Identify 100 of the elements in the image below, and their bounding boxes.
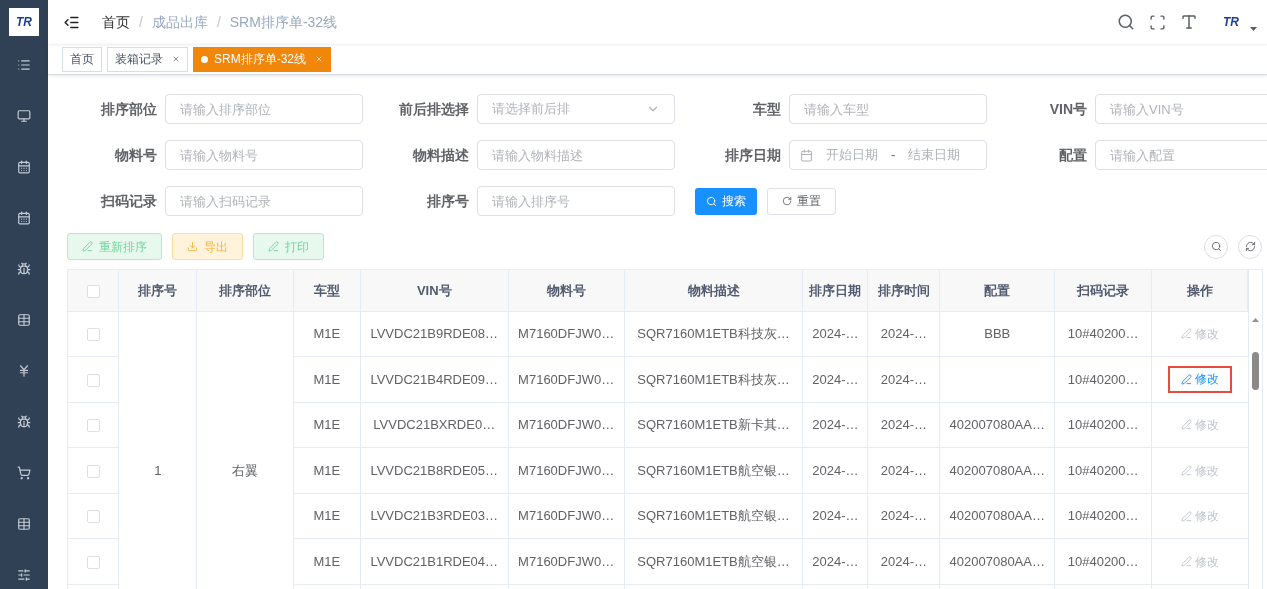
caret-down-icon[interactable] — [1250, 27, 1257, 31]
column-header: 排序部位 — [196, 270, 294, 311]
breadcrumb-separator: / — [139, 12, 143, 32]
scrollbar-thumb[interactable] — [1252, 352, 1259, 390]
table-cell: LVVDC21B3RDE03… — [360, 493, 509, 539]
pencil-icon — [82, 241, 93, 252]
text-size-icon[interactable] — [1180, 13, 1198, 31]
filter-label: 排序号 — [426, 191, 469, 211]
bug-icon[interactable] — [17, 262, 31, 276]
input-field[interactable]: 请输入VIN号 — [1095, 94, 1267, 124]
table-cell: M1E — [293, 402, 361, 448]
row-checkbox[interactable] — [86, 510, 100, 524]
cart-icon[interactable] — [17, 466, 31, 480]
column-header: 排序日期 — [802, 270, 868, 311]
row-checkbox[interactable] — [86, 464, 100, 478]
search-icon — [1210, 241, 1222, 252]
breadcrumb-item[interactable]: 成品出库 — [151, 11, 208, 33]
row-checkbox[interactable] — [86, 419, 100, 433]
reset-button[interactable]: 重置 — [767, 187, 836, 215]
column-header: VIN号 — [360, 270, 509, 311]
scrollbar[interactable] — [1248, 270, 1262, 589]
refresh-icon — [782, 196, 792, 206]
table-cell: M7160DFJW0… — [508, 493, 625, 539]
table-cell: M7160DFJW0… — [508, 311, 625, 357]
pencil-icon — [268, 241, 279, 252]
table-cell: 2024-… — [867, 311, 940, 357]
input-field[interactable]: 请输入排序部位 — [165, 94, 363, 124]
action-button[interactable]: 导出 — [172, 233, 243, 260]
table-cell: BBB — [939, 311, 1055, 357]
table-cell: M7160DFJW0… — [508, 402, 625, 448]
table-cell: 402007080AA… — [939, 538, 1055, 585]
action-button[interactable]: 重新排序 — [67, 233, 162, 260]
input-field[interactable]: 请输入排序号 — [477, 186, 675, 216]
table-cell: LVVDC21B4RDE09… — [360, 356, 509, 403]
table-cell: 2024-… — [867, 402, 940, 448]
row-checkbox[interactable] — [86, 556, 100, 570]
row-checkbox[interactable] — [86, 328, 100, 342]
input-field[interactable]: 请输入车型 — [789, 94, 987, 124]
table-cell: SQR7160M1ETB科技灰… — [624, 311, 803, 357]
table-cell: M1E — [293, 538, 361, 585]
breadcrumb-separator: / — [216, 12, 221, 32]
monitor-icon[interactable] — [17, 109, 31, 123]
table-cell: 2024-… — [802, 311, 868, 357]
download-icon — [187, 241, 198, 252]
table-cell: 10#40200… — [1054, 447, 1152, 494]
pencil-icon — [1180, 328, 1192, 340]
filter-label: 排序日期 — [724, 145, 781, 165]
bug-icon[interactable] — [17, 415, 31, 429]
table-cell: 402007080AA… — [939, 447, 1055, 494]
search-button[interactable]: 搜索 — [695, 187, 757, 215]
list-icon[interactable] — [17, 58, 31, 72]
input-field[interactable]: 请输入扫码记录 — [165, 186, 363, 216]
breadcrumb-item[interactable]: 首页 — [102, 11, 130, 33]
select-field[interactable]: 请选择前后排 — [477, 94, 675, 124]
filter-label: VIN号 — [1048, 99, 1087, 119]
pencil-icon — [1180, 556, 1192, 568]
pencil-icon — [1180, 465, 1192, 477]
table-cell: SQR7160M1ETB航空银… — [624, 493, 803, 539]
search-icon[interactable] — [1117, 13, 1135, 31]
select-all-checkbox[interactable] — [86, 284, 100, 298]
start-date-placeholder: 开始日期 — [825, 146, 879, 165]
select-placeholder: 请选择前后排 — [492, 100, 570, 119]
table-cell: 2024-… — [802, 402, 868, 448]
sliders-icon[interactable] — [17, 568, 31, 582]
input-field[interactable]: 请输入物料号 — [165, 140, 363, 170]
table-cell: LVVDC21B1RDE04… — [360, 538, 509, 585]
calendar-icon[interactable] — [17, 211, 31, 225]
table-cell: 2024-… — [867, 538, 940, 585]
table-cell: M7160DFJW0… — [508, 356, 625, 403]
table-icon[interactable] — [17, 313, 31, 327]
tab[interactable]: 装箱记录 — [107, 46, 188, 72]
column-header: 操作 — [1151, 270, 1248, 311]
close-icon[interactable] — [172, 55, 180, 63]
scroll-up-icon[interactable] — [1252, 318, 1259, 322]
yen-icon[interactable] — [17, 364, 31, 378]
tab[interactable]: SRM排序单-32线 — [193, 46, 331, 72]
column-header: 排序号 — [118, 270, 197, 311]
date-range-field[interactable]: 开始日期 - 结束日期 — [789, 140, 987, 170]
fullscreen-icon[interactable] — [1149, 13, 1166, 31]
filter-label: 配置 — [1058, 145, 1087, 165]
row-checkbox[interactable] — [86, 373, 100, 387]
column-header: 物料描述 — [624, 270, 803, 311]
table-cell: 2024-… — [802, 447, 868, 494]
calendar-icon[interactable] — [17, 160, 31, 174]
input-field[interactable]: 请输入配置 — [1095, 140, 1267, 170]
table-icon[interactable] — [17, 517, 31, 531]
filter-label: 车型 — [752, 99, 781, 119]
breadcrumb-item: SRM排序单-32线 — [229, 12, 338, 32]
input-field[interactable]: 请输入物料描述 — [477, 140, 675, 170]
tab[interactable]: 首页 — [62, 46, 102, 72]
end-date-placeholder: 结束日期 — [907, 146, 962, 165]
pencil-icon — [1180, 419, 1192, 431]
user-logo[interactable]: TR — [1216, 11, 1246, 33]
edit-button[interactable]: 修改 — [1167, 365, 1232, 393]
action-button[interactable]: 打印 — [253, 233, 324, 260]
table-cell: 2024-… — [867, 447, 940, 494]
filter-label: 物料号 — [113, 145, 157, 165]
table-cell: SQR7160M1ETB航空银… — [624, 447, 803, 494]
filter-label: 扫码记录 — [99, 191, 157, 211]
table-cell: 10#40200… — [1054, 538, 1152, 585]
